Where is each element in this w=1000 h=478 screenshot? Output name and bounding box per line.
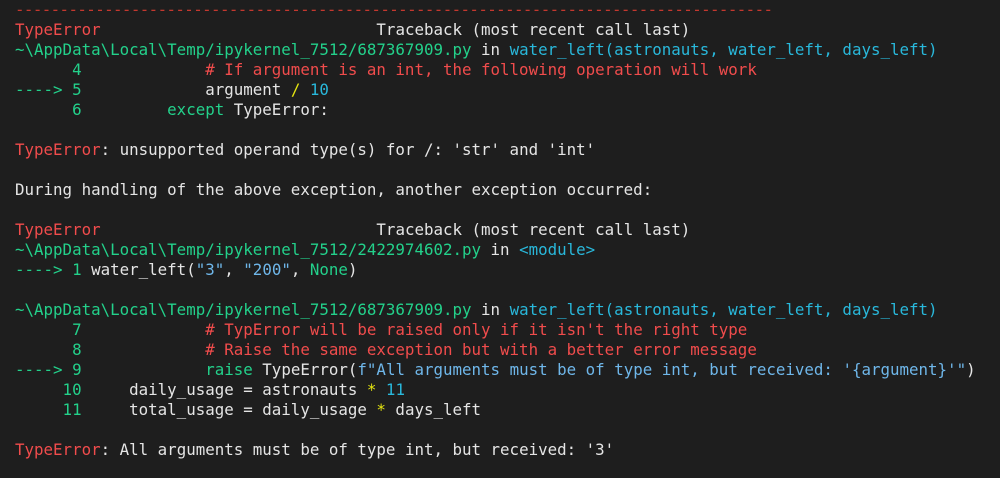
code-line-8: 8 # Raise the same exception but with a … [15,340,1000,360]
code-line-11: 11 total_usage = daily_usage * days_left [15,400,1000,420]
code-text: daily_usage = astronauts [81,380,367,399]
code-line-10: 10 daily_usage = astronauts * 11 [15,380,1000,400]
code-operator: / [290,80,301,99]
code-line-9-current: ----> 9 raise TypeError(f"All arguments … [15,360,1000,380]
file-path-link[interactable]: ~\AppData\Local\Temp/ipykernel_7512/6873… [15,40,472,59]
traceback-title: Traceback (most recent call last) [376,20,691,39]
error-message-2: TypeError: All arguments must be of type… [15,440,1000,460]
code-line-1-current: ----> 1 water_left("3", "200", None) [15,260,1000,280]
module-name: <module> [519,240,596,259]
frame-location-3: ~\AppData\Local\Temp/ipykernel_7512/6873… [15,300,1000,320]
code-string: f"All arguments must be of type int, but… [357,360,967,379]
current-line-arrow: ----> 9 [15,360,82,379]
function-signature: water_left(astronauts, water_left, days_… [509,300,938,319]
code-line-4: 4 # If argument is an int, the following… [15,60,1000,80]
traceback-title: Traceback (most recent call last) [376,220,691,239]
code-text: TypeError [252,360,348,379]
error-message-1: TypeError: unsupported operand type(s) f… [15,140,1000,160]
frame-location-2: ~\AppData\Local\Temp/ipykernel_7512/2422… [15,240,1000,260]
code-text: TypeError: [224,100,329,119]
code-comment: # Raise the same exception but with a be… [81,340,757,359]
line-number: 4 [15,60,82,79]
code-operator: * [366,380,377,399]
error-type-label: TypeError [15,440,101,459]
chained-exception-notice: During handling of the above exception, … [15,180,653,199]
code-text: argument [81,80,291,99]
code-text: total_usage = daily_usage [81,400,377,419]
in-keyword: in [471,40,510,59]
line-number: 10 [15,380,82,399]
code-text: days_left [385,400,482,419]
error-message-text: : All arguments must be of type int, but… [100,440,615,459]
in-keyword: in [481,240,520,259]
code-comment: # TypError will be raised only if it isn… [81,320,748,339]
traceback-header-2: TypeError Traceback (most recent call la… [15,220,1000,240]
function-signature: water_left(astronauts, water_left, days_… [509,40,938,59]
code-line-5-current: ----> 5 argument / 10 [15,80,1000,100]
code-text: , [290,260,310,279]
line-number: 7 [15,320,82,339]
code-string: "3" [195,260,225,279]
header-pad [101,220,377,239]
code-text: , [224,260,244,279]
code-comment: # If argument is an int, the following o… [81,60,757,79]
header-pad [101,20,377,39]
code-line-6: 6 except TypeError: [15,100,1000,120]
separator-line: ----------------------------------------… [15,0,773,19]
error-type-label: TypeError [15,220,101,239]
code-operator: * [376,400,386,419]
code-text: ) [966,360,976,379]
line-number: 8 [15,340,82,359]
traceback-header-1: TypeError Traceback (most recent call la… [15,20,1000,40]
code-keyword: None [309,260,348,279]
code-string: "200" [243,260,291,279]
code-text: water_left( [81,260,196,279]
error-message-text: : unsupported operand type(s) for /: 'st… [100,140,596,159]
code-number: 10 [300,80,329,99]
code-keyword: raise [81,360,253,379]
current-line-arrow: ----> 1 [15,260,82,279]
traceback-output: ----------------------------------------… [0,0,1000,478]
frame-location-1: ~\AppData\Local\Temp/ipykernel_7512/6873… [15,40,1000,60]
line-number: 6 [15,100,82,119]
current-line-arrow: ----> 5 [15,80,82,99]
in-keyword: in [471,300,510,319]
code-keyword: except [81,100,225,119]
code-line-7: 7 # TypError will be raised only if it i… [15,320,1000,340]
file-path-link[interactable]: ~\AppData\Local\Temp/ipykernel_7512/6873… [15,300,472,319]
error-type-label: TypeError [15,140,101,159]
error-type-label: TypeError [15,20,101,39]
line-number: 11 [15,400,82,419]
code-text: ) [347,260,358,279]
code-text: ( [347,360,358,379]
code-number: 11 [376,380,405,399]
file-path-link[interactable]: ~\AppData\Local\Temp/ipykernel_7512/2422… [15,240,481,259]
